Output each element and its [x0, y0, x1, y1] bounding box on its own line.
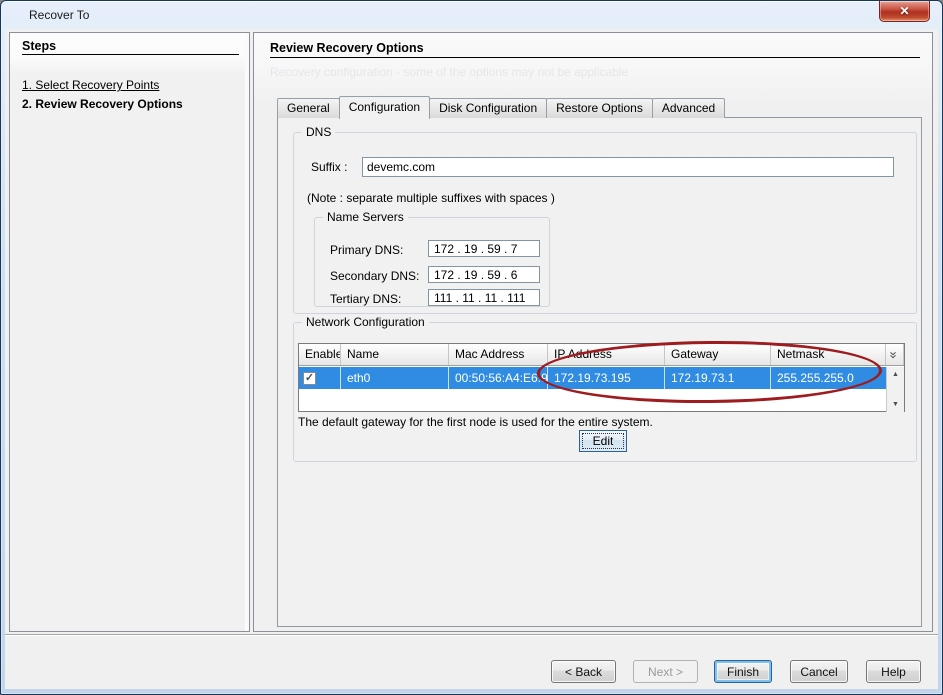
- dns-group-label: DNS: [302, 125, 335, 139]
- scroll-up-icon[interactable]: ▲: [887, 367, 904, 382]
- page-title-underline: [270, 57, 920, 58]
- steps-heading-underline: [22, 54, 239, 55]
- recover-to-dialog: Recover To ✕ Steps 1. Select Recovery Po…: [0, 0, 943, 695]
- tab-disk-configuration[interactable]: Disk Configuration: [429, 98, 547, 118]
- secondary-dns-label: Secondary DNS:: [330, 269, 419, 283]
- column-header-netmask[interactable]: Netmask: [771, 344, 886, 365]
- tertiary-dns-label: Tertiary DNS:: [330, 292, 401, 306]
- checkmark-icon: ✓: [305, 373, 314, 384]
- ip-address-cell: 172.19.73.195: [548, 367, 665, 389]
- configuration-tab-panel: DNS Suffix : (Note : separate multiple s…: [277, 117, 922, 627]
- suffix-note: (Note : separate multiple suffixes with …: [307, 191, 555, 205]
- dns-group: DNS Suffix : (Note : separate multiple s…: [293, 132, 917, 314]
- close-icon: ✕: [899, 5, 909, 17]
- cancel-button[interactable]: Cancel: [790, 660, 848, 683]
- main-panel: Review Recovery Options Recovery configu…: [253, 32, 933, 632]
- table-vertical-scrollbar[interactable]: ▲ ▼: [886, 367, 904, 412]
- column-header-name[interactable]: Name: [341, 344, 449, 365]
- dns-suffix-input[interactable]: [362, 157, 894, 177]
- tab-restore-options[interactable]: Restore Options: [546, 98, 653, 118]
- steps-panel: Steps 1. Select Recovery Points 2. Revie…: [9, 32, 250, 632]
- tab-strip: General Configuration Disk Configuration…: [277, 95, 724, 118]
- network-table-header: Enable Name Mac Address IP Address Gatew…: [299, 344, 904, 366]
- page-description: Recovery configuration - some of the opt…: [270, 65, 628, 79]
- column-header-enable[interactable]: Enable: [299, 344, 341, 365]
- column-header-gateway[interactable]: Gateway: [665, 344, 771, 365]
- mac-address-cell: 00:50:56:A4:E6:98: [449, 367, 548, 389]
- column-header-ip-address[interactable]: IP Address: [548, 344, 665, 365]
- name-cell: eth0: [341, 367, 449, 389]
- netmask-cell: 255.255.255.0: [771, 367, 886, 389]
- tab-general[interactable]: General: [277, 98, 340, 118]
- name-servers-group: Name Servers Primary DNS: 172 . 19 . 59 …: [314, 217, 550, 307]
- close-button[interactable]: ✕: [879, 1, 930, 22]
- enable-checkbox[interactable]: ✓: [303, 372, 316, 385]
- network-configuration-group: Network Configuration Enable Name Mac Ad…: [293, 322, 917, 462]
- column-header-mac-address[interactable]: Mac Address: [449, 344, 548, 365]
- primary-dns-label: Primary DNS:: [330, 243, 403, 257]
- tertiary-dns-field[interactable]: 111 . 11 . 11 . 111: [428, 289, 540, 306]
- back-button[interactable]: < Back: [551, 660, 616, 683]
- gateway-note: The default gateway for the first node i…: [298, 415, 653, 429]
- client-area: Steps 1. Select Recovery Points 2. Revie…: [5, 29, 938, 689]
- step-review-recovery-options[interactable]: 2. Review Recovery Options: [22, 97, 183, 111]
- table-row-eth0[interactable]: ✓ eth0 00:50:56:A4:E6:98 172.19.73.195 1…: [299, 367, 886, 389]
- network-configuration-group-label: Network Configuration: [302, 315, 429, 329]
- titlebar[interactable]: Recover To ✕: [1, 1, 942, 29]
- scroll-down-icon[interactable]: ▼: [887, 397, 904, 412]
- finish-button[interactable]: Finish: [714, 660, 772, 683]
- step-select-recovery-points[interactable]: 1. Select Recovery Points: [22, 78, 159, 92]
- column-chooser-button[interactable]: »: [886, 344, 904, 365]
- gateway-cell: 172.19.73.1: [665, 367, 771, 389]
- page-title: Review Recovery Options: [270, 41, 424, 55]
- suffix-label: Suffix :: [311, 160, 347, 174]
- name-servers-group-label: Name Servers: [323, 210, 408, 224]
- primary-dns-field[interactable]: 172 . 19 . 59 . 7: [428, 240, 540, 257]
- secondary-dns-field[interactable]: 172 . 19 . 59 . 6: [428, 266, 540, 283]
- edit-button[interactable]: Edit: [579, 430, 627, 452]
- footer-separator: [5, 634, 938, 636]
- steps-heading: Steps: [22, 39, 56, 53]
- help-button[interactable]: Help: [866, 660, 921, 683]
- enable-cell: ✓: [299, 367, 341, 389]
- double-chevron-down-icon: »: [888, 351, 901, 357]
- network-table: Enable Name Mac Address IP Address Gatew…: [298, 343, 905, 412]
- next-button: Next >: [633, 660, 698, 683]
- window-title: Recover To: [29, 8, 89, 22]
- tab-advanced[interactable]: Advanced: [652, 98, 725, 118]
- tab-configuration[interactable]: Configuration: [339, 96, 430, 119]
